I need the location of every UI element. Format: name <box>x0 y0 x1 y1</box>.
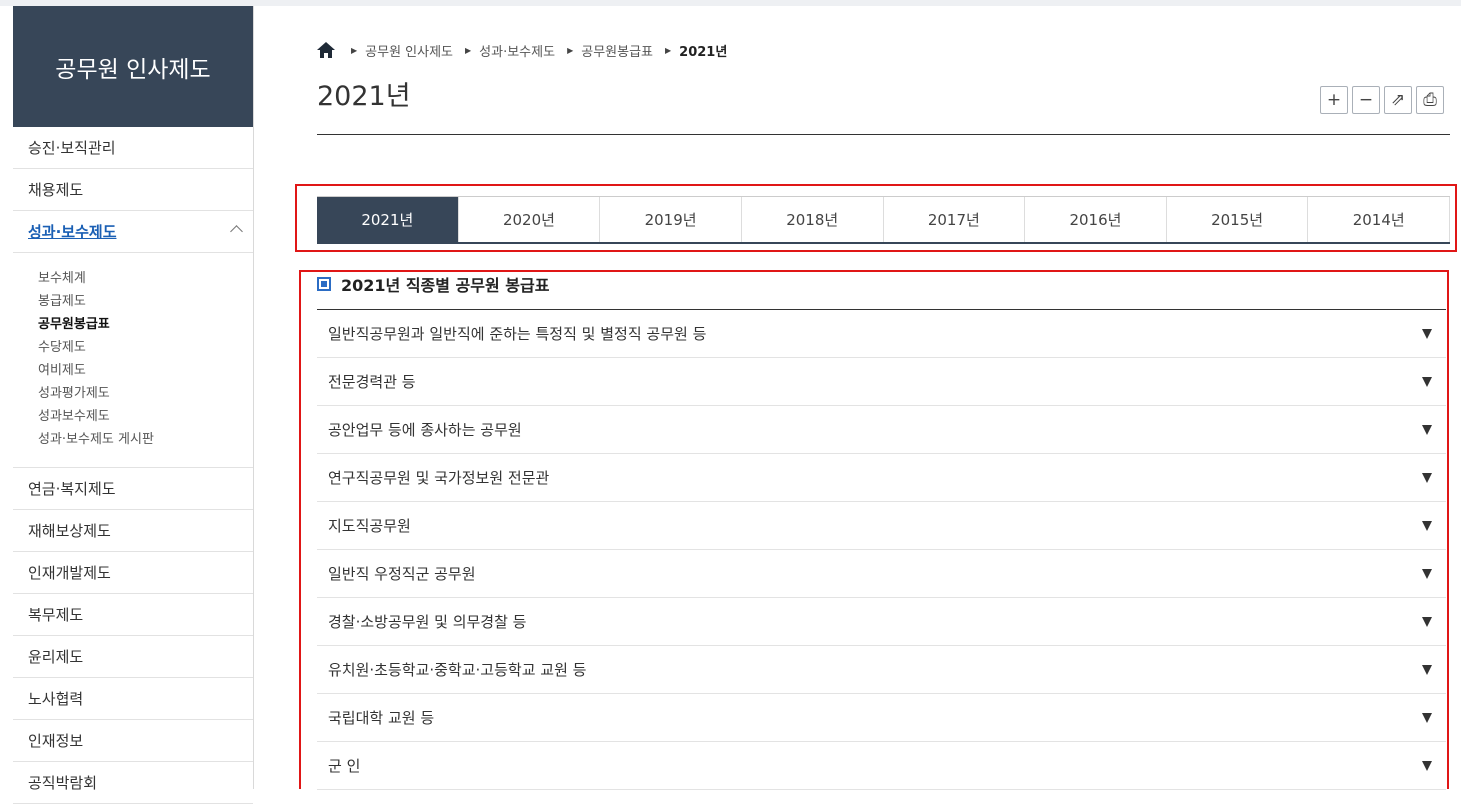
submenu-item[interactable]: 여비제도 <box>38 359 253 382</box>
accordion-item[interactable]: 연구직공무원 및 국가정보원 전문관 <box>317 454 1446 502</box>
breadcrumb: ▶ 공무원 인사제도 ▶ 성과·보수제도 ▶ 공무원봉급표 ▶ 2021년 <box>317 40 727 60</box>
tab-2015[interactable]: 2015년 <box>1165 197 1308 242</box>
tab-2021[interactable]: 2021년 <box>317 197 458 242</box>
tab-2016[interactable]: 2016년 <box>1024 197 1166 242</box>
caret-down-icon <box>1422 424 1432 435</box>
submenu-item-current[interactable]: 공무원봉급표 <box>38 313 253 336</box>
chevron-up-icon[interactable] <box>230 225 243 238</box>
caret-down-icon <box>1422 376 1432 387</box>
page-tools: + − ⇗ ⎙ <box>1320 86 1444 114</box>
breadcrumb-link[interactable]: 공무원봉급표 <box>581 41 653 60</box>
print-icon: ⎙ <box>1423 89 1437 110</box>
minus-icon: − <box>1358 89 1374 110</box>
zoom-out-button[interactable]: − <box>1352 86 1380 114</box>
accordion-item[interactable]: 일반직 우정직군 공무원 <box>317 550 1446 598</box>
accordion-label: 경찰·소방공무원 및 의무경찰 등 <box>328 613 527 631</box>
caret-down-icon <box>1422 712 1432 723</box>
sidebar-item-promotion[interactable]: 승진·보직관리 <box>13 127 253 169</box>
breadcrumb-separator-icon: ▶ <box>465 45 472 55</box>
submenu-item[interactable]: 성과·보수제도 게시판 <box>38 428 253 451</box>
sidebar-item-service[interactable]: 복무제도 <box>13 594 253 636</box>
sidebar-item-talent-info[interactable]: 인재정보 <box>13 720 253 762</box>
accordion-label: 유치원·초등학교·중학교·고등학교 교원 등 <box>328 661 587 679</box>
breadcrumb-current: 2021년 <box>679 44 728 60</box>
caret-down-icon <box>1422 568 1432 579</box>
zoom-in-button[interactable]: + <box>1320 86 1348 114</box>
share-button[interactable]: ⇗ <box>1384 86 1412 114</box>
breadcrumb-separator-icon: ▶ <box>665 45 672 55</box>
breadcrumb-separator-icon: ▶ <box>351 45 358 55</box>
sidebar-item-ethics[interactable]: 윤리제도 <box>13 636 253 678</box>
accordion-label: 군 인 <box>328 757 361 775</box>
print-button[interactable]: ⎙ <box>1416 86 1444 114</box>
accordion-label: 연구직공무원 및 국가정보원 전문관 <box>328 469 550 487</box>
sidebar-item-performance-pay[interactable]: 성과·보수제도 <box>13 211 253 253</box>
salary-accordion: 일반직공무원과 일반직에 준하는 특정직 및 별정직 공무원 등 전문경력관 등… <box>317 309 1446 790</box>
sidebar-submenu: 보수체계 봉급제도 공무원봉급표 수당제도 여비제도 성과평가제도 성과보수제도… <box>13 253 253 468</box>
submenu-item[interactable]: 수당제도 <box>38 336 253 359</box>
accordion-item[interactable]: 공안업무 등에 종사하는 공무원 <box>317 406 1446 454</box>
accordion-item[interactable]: 군 인 <box>317 742 1446 790</box>
page-title: 2021년 <box>317 81 411 112</box>
section-header: 2021년 직종별 공무원 봉급표 <box>317 272 549 296</box>
submenu-item[interactable]: 봉급제도 <box>38 290 253 313</box>
caret-down-icon <box>1422 616 1432 627</box>
title-divider <box>317 134 1450 135</box>
sidebar-title: 공무원 인사제도 <box>13 6 253 127</box>
sidebar-item-development[interactable]: 인재개발제도 <box>13 552 253 594</box>
submenu-item[interactable]: 성과보수제도 <box>38 405 253 428</box>
sidebar-item-recruitment[interactable]: 채용제도 <box>13 169 253 211</box>
accordion-item[interactable]: 지도직공무원 <box>317 502 1446 550</box>
home-icon[interactable] <box>317 42 335 58</box>
breadcrumb-link[interactable]: 성과·보수제도 <box>479 41 555 60</box>
tab-2017[interactable]: 2017년 <box>882 197 1025 242</box>
accordion-item[interactable]: 국립대학 교원 등 <box>317 694 1446 742</box>
submenu-item[interactable]: 성과평가제도 <box>38 382 253 405</box>
accordion-label: 국립대학 교원 등 <box>328 709 435 727</box>
sidebar-item-pension[interactable]: 연금·복지제도 <box>13 468 253 510</box>
breadcrumb-link[interactable]: 공무원 인사제도 <box>365 41 453 60</box>
caret-down-icon <box>1422 760 1432 771</box>
accordion-item[interactable]: 전문경력관 등 <box>317 358 1446 406</box>
tab-2019[interactable]: 2019년 <box>599 197 741 242</box>
sidebar-item-labor[interactable]: 노사협력 <box>13 678 253 720</box>
caret-down-icon <box>1422 472 1432 483</box>
sidebar-item-compensation[interactable]: 재해보상제도 <box>13 510 253 552</box>
accordion-label: 일반직 우정직군 공무원 <box>328 565 476 583</box>
submenu-item[interactable]: 보수체계 <box>38 267 253 290</box>
caret-down-icon <box>1422 328 1432 339</box>
breadcrumb-separator-icon: ▶ <box>567 45 574 55</box>
caret-down-icon <box>1422 664 1432 675</box>
section-title: 2021년 직종별 공무원 봉급표 <box>341 276 550 295</box>
tab-2020[interactable]: 2020년 <box>457 197 600 242</box>
square-bullet-icon <box>317 277 331 291</box>
sidebar: 공무원 인사제도 승진·보직관리 채용제도 성과·보수제도 보수체계 봉급제도 … <box>13 6 254 804</box>
accordion-label: 지도직공무원 <box>328 517 411 535</box>
accordion-item[interactable]: 일반직공무원과 일반직에 준하는 특정직 및 별정직 공무원 등 <box>317 310 1446 358</box>
share-icon: ⇗ <box>1390 89 1406 110</box>
caret-down-icon <box>1422 520 1432 531</box>
accordion-label: 공안업무 등에 종사하는 공무원 <box>328 421 522 439</box>
accordion-item[interactable]: 유치원·초등학교·중학교·고등학교 교원 등 <box>317 646 1446 694</box>
accordion-label: 전문경력관 등 <box>328 373 416 391</box>
plus-icon: + <box>1326 89 1342 110</box>
accordion-item[interactable]: 경찰·소방공무원 및 의무경찰 등 <box>317 598 1446 646</box>
tab-2014[interactable]: 2014년 <box>1307 197 1450 242</box>
sidebar-item-job-fair[interactable]: 공직박람회 <box>13 762 253 804</box>
tab-2018[interactable]: 2018년 <box>740 197 883 242</box>
accordion-label: 일반직공무원과 일반직에 준하는 특정직 및 별정직 공무원 등 <box>328 325 707 343</box>
sidebar-item-label: 성과·보수제도 <box>28 223 117 241</box>
year-tabs: 2021년 2020년 2019년 2018년 2017년 2016년 2015… <box>317 196 1450 244</box>
